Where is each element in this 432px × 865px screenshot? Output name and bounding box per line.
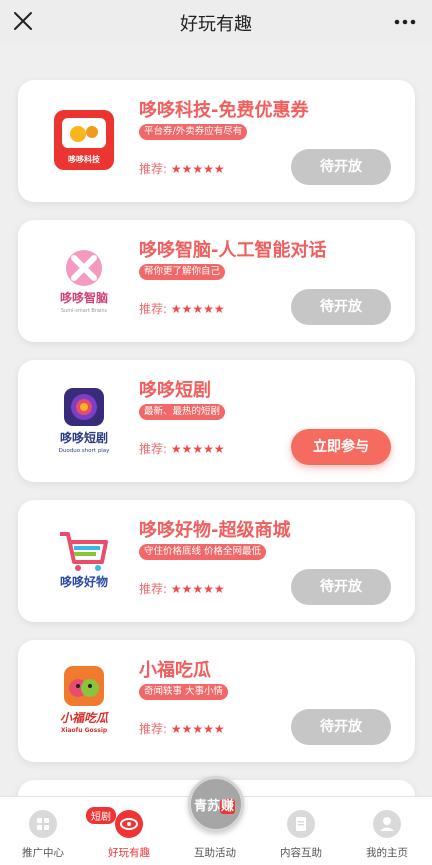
svg-text:哆哆好物: 哆哆好物 bbox=[60, 574, 108, 589]
app-name: 哆哆短剧 bbox=[139, 380, 211, 401]
page-title: 好玩有趣 bbox=[180, 14, 252, 35]
coming-soon-button[interactable]: 待开放 bbox=[291, 709, 391, 745]
xiaofu-gossip-logo-icon: 小福吃瓜 Xiaofu Gossip bbox=[60, 666, 110, 734]
svg-text:Duoduo short play: Duoduo short play bbox=[59, 448, 110, 454]
svg-text:哆哆短剧: 哆哆短剧 bbox=[60, 430, 108, 445]
document-icon bbox=[287, 810, 315, 838]
app-tag: 平台券/外卖券应有尽有 bbox=[139, 124, 248, 140]
duoduo-short-play-logo-icon: 哆哆短剧 Duoduo short play bbox=[59, 388, 110, 454]
center-button-label: 青苏赚 bbox=[194, 799, 236, 814]
tab-fun[interactable]: 短剧 好玩有趣 bbox=[86, 797, 172, 865]
app-card[interactable]: 哆哆好物 哆哆好物-超级商城 守住价格底线 价格全网最低 推荐: ★★★★★ 待… bbox=[18, 500, 415, 622]
more-icon[interactable] bbox=[392, 12, 418, 32]
star-rating-icon: ★★★★★ bbox=[170, 302, 225, 316]
app-tag: 最新、最热的短剧 bbox=[139, 404, 226, 420]
svg-text:哆哆智脑: 哆哆智脑 bbox=[60, 290, 108, 305]
tab-label: 内容互助 bbox=[280, 847, 322, 859]
app-card[interactable]: 小福吃瓜 Xiaofu Gossip 小福吃瓜 奇闻轶事 大事小情 推荐: ★★… bbox=[18, 640, 415, 762]
recommend-rating: 推荐: ★★★★★ bbox=[139, 442, 225, 456]
top-bar: 好玩有趣 bbox=[0, 0, 432, 44]
app-card[interactable]: 哆哆智脑 Sumi-smart Brains 哆哆智脑-人工智能对话 帮你更了解… bbox=[18, 220, 415, 342]
tab-promotion-center[interactable]: 推广中心 bbox=[0, 797, 86, 865]
app-card[interactable]: 哆哆科技 哆哆科技-免费优惠券 平台券/外卖券应有尽有 推荐: ★★★★★ 待开… bbox=[18, 80, 415, 202]
recommend-rating: 推荐: ★★★★★ bbox=[139, 302, 225, 316]
tab-label: 推广中心 bbox=[22, 847, 64, 859]
recommend-rating: 推荐: ★★★★★ bbox=[139, 722, 225, 736]
tab-content-mutual[interactable]: 内容互助 bbox=[258, 797, 344, 865]
svg-text:哆哆科技: 哆哆科技 bbox=[68, 154, 101, 164]
recommend-rating: 推荐: ★★★★★ bbox=[139, 162, 225, 176]
app-name: 哆哆智脑-人工智能对话 bbox=[139, 240, 327, 261]
app-name: 小福吃瓜 bbox=[139, 660, 211, 681]
coming-soon-button[interactable]: 待开放 bbox=[291, 569, 391, 605]
user-avatar-icon bbox=[373, 810, 401, 838]
app-list[interactable]: 哆哆科技 哆哆科技-免费优惠券 平台券/外卖券应有尽有 推荐: ★★★★★ 待开… bbox=[0, 44, 432, 796]
tab-label: 好玩有趣 bbox=[108, 847, 150, 859]
short-drama-badge: 短剧 bbox=[86, 807, 116, 824]
duoduo-tech-logo-icon: 哆哆科技 bbox=[54, 110, 114, 170]
star-rating-icon: ★★★★★ bbox=[170, 722, 225, 736]
svg-text:小福吃瓜: 小福吃瓜 bbox=[60, 711, 110, 725]
star-rating-icon: ★★★★★ bbox=[170, 162, 225, 176]
play-fun-icon bbox=[115, 810, 143, 838]
app-tag: 奇闻轶事 大事小情 bbox=[139, 684, 229, 700]
recommend-rating: 推荐: ★★★★★ bbox=[139, 582, 225, 596]
svg-text:Sumi-smart Brains: Sumi-smart Brains bbox=[61, 308, 108, 314]
star-rating-icon: ★★★★★ bbox=[170, 582, 225, 596]
star-rating-icon: ★★★★★ bbox=[170, 442, 225, 456]
tab-my-home[interactable]: 我的主页 bbox=[344, 797, 430, 865]
join-now-button[interactable]: 立即参与 bbox=[291, 429, 391, 465]
duoduo-brain-logo-icon: 哆哆智脑 Sumi-smart Brains bbox=[60, 250, 108, 314]
duoduo-goods-logo-icon: 哆哆好物 bbox=[60, 532, 108, 589]
app-tag: 守住价格底线 价格全网最低 bbox=[139, 544, 267, 560]
grid-apps-icon bbox=[29, 810, 57, 838]
app-name: 哆哆科技-免费优惠券 bbox=[139, 100, 309, 121]
tab-label: 互助活动 bbox=[194, 847, 236, 859]
app-card[interactable]: 哆哆短剧 Duoduo short play 哆哆短剧 最新、最热的短剧 推荐:… bbox=[18, 360, 415, 482]
tab-label: 我的主页 bbox=[366, 847, 408, 859]
coming-soon-button[interactable]: 待开放 bbox=[291, 149, 391, 185]
app-name: 哆哆好物-超级商城 bbox=[139, 520, 291, 541]
center-earn-button[interactable]: 青苏赚 bbox=[188, 776, 244, 832]
svg-text:Xiaofu Gossip: Xiaofu Gossip bbox=[61, 727, 108, 734]
coming-soon-button[interactable]: 待开放 bbox=[291, 289, 391, 325]
app-tag: 帮你更了解你自己 bbox=[139, 264, 226, 280]
